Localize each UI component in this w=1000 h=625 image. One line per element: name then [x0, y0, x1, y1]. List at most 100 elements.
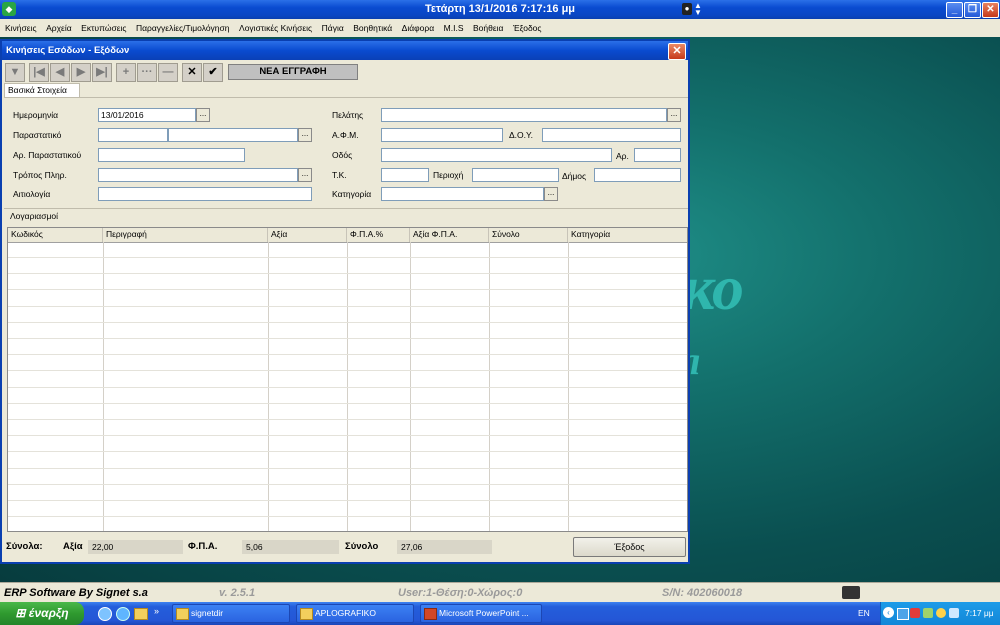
category-lookup-button[interactable]: ...: [544, 187, 558, 201]
doy-field[interactable]: [542, 128, 681, 142]
vat-total-label: Φ.Π.Α.: [188, 541, 218, 552]
document-number-field[interactable]: [98, 148, 245, 162]
start-label: έναρξη: [28, 606, 69, 620]
scroll-arrows-icon[interactable]: ▲ ▼: [694, 2, 702, 17]
date-picker-button[interactable]: ...: [196, 108, 210, 122]
next-record-button[interactable]: ▶: [71, 63, 91, 82]
system-tray: ‹ 7:17 μμ: [880, 602, 1000, 625]
x-icon: ✕: [187, 66, 197, 78]
tk-label: Τ.Κ.: [332, 170, 347, 180]
payment-lookup-button[interactable]: ...: [298, 168, 312, 182]
doy-label: Δ.Ο.Υ.: [509, 130, 533, 140]
usb-icon[interactable]: [923, 608, 933, 618]
document-name-field[interactable]: [168, 128, 298, 142]
prev-record-button[interactable]: ◀: [50, 63, 70, 82]
menu-item-pagia[interactable]: Πάγια: [319, 19, 347, 37]
first-record-button[interactable]: |◀: [29, 63, 49, 82]
task-aplografiko[interactable]: APLOGRAFIKO: [296, 604, 414, 623]
customer-lookup-button[interactable]: ...: [667, 108, 681, 122]
municipality-label: Δήμος: [562, 171, 587, 181]
document-code-field[interactable]: [98, 128, 168, 142]
task-signetdir[interactable]: signetdir: [172, 604, 290, 623]
menu-item-mis[interactable]: M.I.S: [441, 19, 467, 37]
document-label: Παραστατικό: [13, 130, 62, 140]
document-lookup-button[interactable]: ...: [298, 128, 312, 142]
wifi-icon[interactable]: [936, 608, 946, 618]
grid-row-line: [8, 257, 687, 258]
customer-field[interactable]: [381, 108, 667, 122]
restore-button[interactable]: ❐: [964, 2, 981, 18]
menu-item-logistikes[interactable]: Λογιστικές Κινήσεις: [236, 19, 315, 37]
reason-field[interactable]: [98, 187, 312, 201]
menu-item-ektyposeis[interactable]: Εκτυπώσεις: [78, 19, 129, 37]
col-header-description[interactable]: Περιγραφή: [103, 228, 268, 242]
exit-button[interactable]: Έξοδος: [573, 537, 686, 557]
col-header-code[interactable]: Κωδικός: [8, 228, 103, 242]
menu-item-kiniseis[interactable]: Κινήσεις: [2, 19, 40, 37]
folder-quick-icon[interactable]: [134, 608, 148, 620]
more-button[interactable]: ···: [137, 63, 157, 82]
filter-icon: ▼: [9, 66, 21, 78]
minimize-button[interactable]: _: [946, 2, 963, 18]
col-header-total[interactable]: Σύνολο: [489, 228, 568, 242]
menu-item-paraggelies[interactable]: Παραγγελίες/Τιμολόγηση: [133, 19, 233, 37]
grid-row-line: [8, 468, 687, 469]
col-header-vat-percent[interactable]: Φ.Π.Α.%: [347, 228, 410, 242]
afm-field[interactable]: [381, 128, 503, 142]
document-number-label: Αρ. Παραστατικού: [13, 150, 82, 160]
version-text: v. 2.5.1: [219, 587, 256, 599]
grid-row-line: [8, 516, 687, 517]
close-button[interactable]: ✕: [982, 2, 999, 18]
task-label: Microsoft PowerPoint ...: [439, 608, 529, 618]
menu-item-arxeia[interactable]: Αρχεία: [43, 19, 75, 37]
menu-item-diafora[interactable]: Διάφορα: [399, 19, 437, 37]
menu-item-exit[interactable]: Έξοδος: [510, 19, 545, 37]
street-field[interactable]: [381, 148, 612, 162]
plus-icon: +: [122, 66, 130, 78]
ellipsis-icon: ···: [141, 66, 153, 78]
street-number-field[interactable]: [634, 148, 681, 162]
network-icon[interactable]: [897, 608, 909, 620]
accounts-grid[interactable]: Κωδικός Περιγραφή Αξία Φ.Π.Α.% Αξία Φ.Π.…: [7, 227, 688, 532]
delete-record-button[interactable]: —: [158, 63, 178, 82]
confirm-button[interactable]: ✔: [203, 63, 223, 82]
last-icon: ▶|: [96, 66, 108, 78]
status-bar: ERP Software By Signet s.a v. 2.5.1 User…: [0, 582, 1000, 603]
income-expense-dialog: Κινήσεις Εσόδων - Εξόδων ✕ ▼ |◀ ◀ ▶ ▶| +…: [0, 39, 690, 564]
col-header-vat-value[interactable]: Αξία Φ.Π.Α.: [410, 228, 489, 242]
filter-button[interactable]: ▼: [5, 63, 25, 82]
ie-alt-icon[interactable]: [116, 607, 130, 621]
language-indicator[interactable]: EN: [858, 608, 870, 618]
ie-icon[interactable]: [98, 607, 112, 621]
last-record-button[interactable]: ▶|: [92, 63, 112, 82]
check-icon: ✔: [208, 66, 218, 78]
clock[interactable]: 7:17 μμ: [965, 608, 994, 618]
cancel-button[interactable]: ✕: [182, 63, 202, 82]
col-header-category[interactable]: Κατηγορία: [568, 228, 687, 242]
grid-row-line: [8, 322, 687, 323]
dialog-close-button[interactable]: ✕: [668, 43, 686, 60]
menu-item-help[interactable]: Βοήθεια: [470, 19, 506, 37]
volume-icon[interactable]: [949, 608, 959, 618]
menu-item-voithitika[interactable]: Βοηθητικά: [350, 19, 395, 37]
area-field[interactable]: [472, 168, 559, 182]
tray-arrow-icon[interactable]: ‹: [883, 607, 894, 618]
product-name: ERP Software By Signet s.a: [4, 587, 148, 599]
task-powerpoint[interactable]: Microsoft PowerPoint ...: [420, 604, 542, 623]
tk-field[interactable]: [381, 168, 429, 182]
payment-method-field[interactable]: [98, 168, 298, 182]
security-icon[interactable]: [910, 608, 920, 618]
quicklaunch-expand-icon[interactable]: »: [154, 606, 159, 616]
printer-icon[interactable]: [842, 586, 860, 599]
date-field[interactable]: 13/01/2016: [98, 108, 196, 122]
totals-label: Σύνολα:: [6, 541, 43, 552]
col-header-value[interactable]: Αξία: [268, 228, 347, 242]
serial-number: S/N: 402060018: [662, 587, 743, 599]
municipality-field[interactable]: [594, 168, 681, 182]
tab-basic-info[interactable]: Βασικά Στοιχεία: [4, 83, 80, 97]
start-button[interactable]: ⊞ έναρξη: [0, 602, 84, 625]
category-field[interactable]: [381, 187, 544, 201]
reason-label: Αιτιολογία: [13, 189, 51, 199]
add-record-button[interactable]: +: [116, 63, 136, 82]
value-total-label: Αξία: [63, 541, 83, 552]
